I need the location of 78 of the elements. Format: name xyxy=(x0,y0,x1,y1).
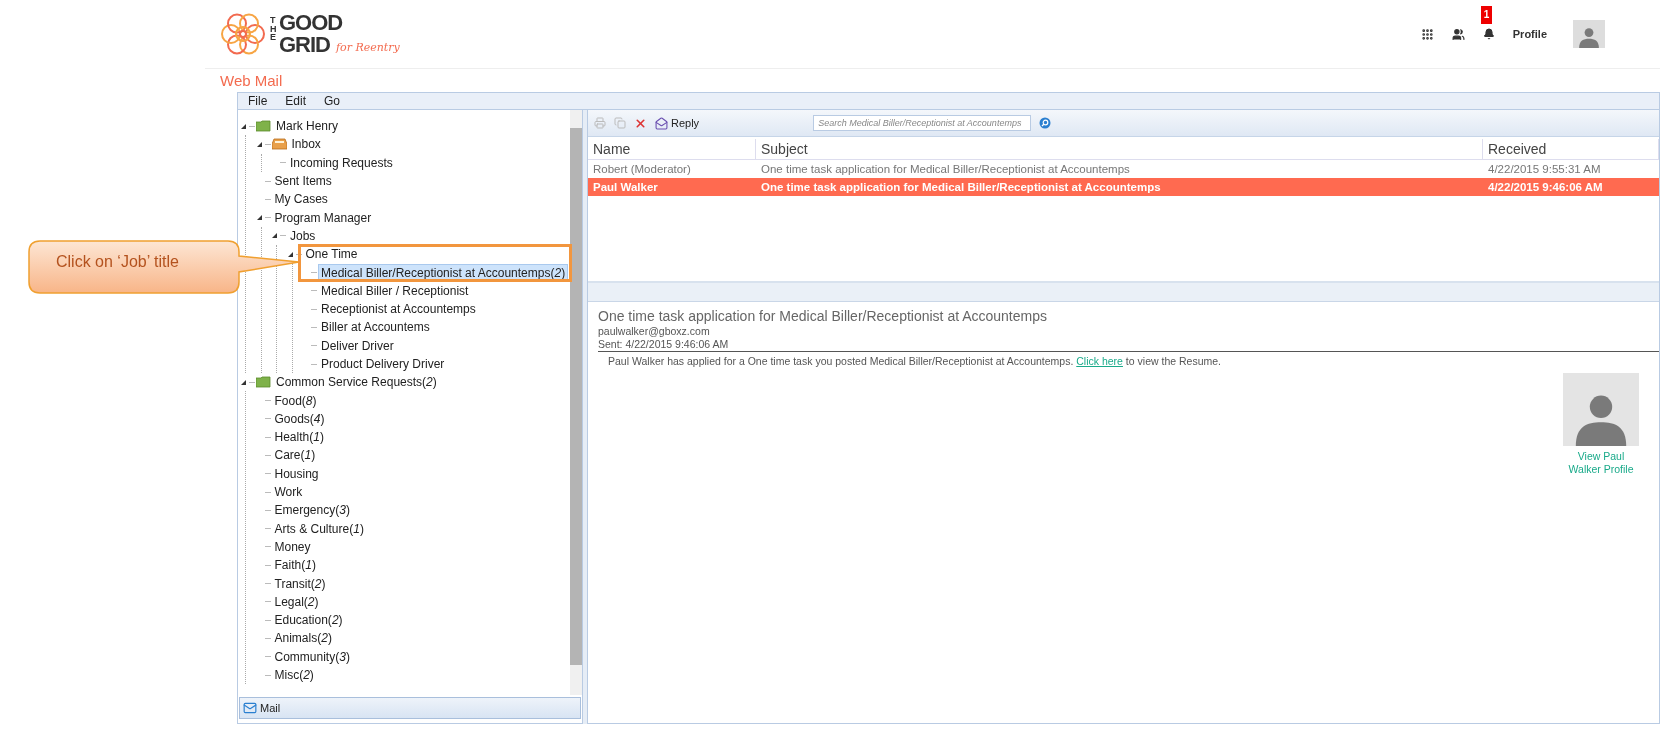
expander-icon[interactable] xyxy=(287,251,293,257)
expander-icon[interactable] xyxy=(241,379,246,385)
reply-button[interactable]: Reply xyxy=(655,116,700,130)
sent-date: Sent: 4/22/2015 9:46:06 AM xyxy=(598,338,730,350)
tree-item[interactable]: Community(3) xyxy=(271,647,353,666)
avatar[interactable] xyxy=(1573,20,1605,48)
message-text: Paul Walker has applied for a One time task you posted Medical Biller/Receptionist at Accountemps. Click here to view the Resume. xyxy=(608,355,1222,367)
table-cell-text: Robert (Moderator) xyxy=(592,163,692,175)
tree-item[interactable]: Incoming Requests xyxy=(287,153,396,172)
folder-icon xyxy=(256,120,271,133)
flower-logo-icon xyxy=(220,11,266,57)
profile-avatar[interactable] xyxy=(1563,373,1639,446)
tree-item[interactable]: One Time xyxy=(302,245,361,264)
tree-item[interactable]: Misc(2) xyxy=(271,666,317,685)
tree-item[interactable]: Receptionist at Accountemps xyxy=(318,300,479,319)
mail-icon xyxy=(243,701,257,715)
tree-item[interactable]: Sent Items xyxy=(271,172,335,191)
callout-text: Click on ‘Job’ title xyxy=(56,253,179,271)
tree-item[interactable]: Care(1) xyxy=(271,446,319,465)
column-header[interactable]: Subject xyxy=(756,139,1483,159)
table-cell-text: 4/22/2015 9:55:31 AM xyxy=(1487,163,1602,175)
tree-item[interactable]: Health(1) xyxy=(271,428,327,447)
tree-item[interactable]: Biller at Accountems xyxy=(318,318,433,337)
page-title: Web Mail xyxy=(219,71,284,91)
menu-item[interactable]: Edit xyxy=(285,94,307,108)
column-header[interactable]: Name xyxy=(588,139,756,159)
tree-item[interactable]: Emergency(3) xyxy=(271,501,353,520)
expander-icon[interactable] xyxy=(256,141,262,147)
tree-item[interactable]: Product Delivery Driver xyxy=(318,355,448,373)
users-icon[interactable] xyxy=(1451,27,1465,41)
inbox-icon xyxy=(271,138,287,151)
table-cell-text: 4/22/2015 9:46:06 AM xyxy=(1487,181,1604,193)
person-icon xyxy=(1578,26,1600,48)
tree-item[interactable]: Program Manager xyxy=(271,208,375,227)
tree-item[interactable]: Legal(2) xyxy=(271,592,322,611)
message-subject: One time task application for Medical Biller/Receptionist at Accountemps xyxy=(598,308,1048,324)
delete-icon[interactable] xyxy=(634,116,647,130)
reply-mail-icon xyxy=(655,116,668,130)
tree-item[interactable]: Inbox xyxy=(288,135,324,154)
tree-item[interactable]: Faith(1) xyxy=(271,556,319,575)
tree-item[interactable]: Transit(2) xyxy=(271,574,329,593)
scrollbar[interactable] xyxy=(570,110,582,695)
tree-item[interactable]: Goods(4) xyxy=(271,409,328,428)
expander-icon[interactable] xyxy=(241,123,246,129)
tree-item[interactable]: Jobs xyxy=(287,226,319,245)
search-icon[interactable] xyxy=(1039,117,1052,129)
sender-email: paulwalker@gboxz.com xyxy=(598,325,711,337)
menu-item[interactable]: Go xyxy=(324,94,341,108)
table-cell-text: One time task application for Medical Biller/Receptionist at Accountemps xyxy=(760,163,1131,175)
tree-item[interactable]: Mark Henry xyxy=(273,117,341,136)
logo-text: GRID xyxy=(279,34,330,56)
bell-icon[interactable] xyxy=(1482,28,1495,40)
table-cell-text: One time task application for Medical Biller/Receptionist at Accountemps xyxy=(760,181,1162,193)
folder-icon xyxy=(256,376,271,389)
tree-item[interactable]: Work xyxy=(271,483,306,502)
tree-item[interactable]: Common Service Requests(2) xyxy=(273,373,440,392)
logo-text: THE xyxy=(270,16,278,42)
expander-icon[interactable] xyxy=(256,215,262,221)
tree-item[interactable]: Housing xyxy=(271,464,322,483)
tree-item[interactable]: Medical Biller / Receptionist xyxy=(318,281,472,300)
logo-text: GOOD xyxy=(279,12,344,34)
tree-item[interactable]: My Cases xyxy=(271,190,331,209)
logo-tagline: for Reentry xyxy=(336,41,400,54)
tree-item[interactable]: Animals(2) xyxy=(271,629,335,648)
apps-grid-icon[interactable] xyxy=(1420,27,1434,41)
tree-item[interactable]: Arts & Culture(1) xyxy=(271,519,367,538)
search-field[interactable]: Search Medical Biller/Receptionist at Accountemps xyxy=(813,115,1032,131)
profile-link[interactable]: Profile xyxy=(1512,28,1547,40)
expander-icon[interactable] xyxy=(272,233,277,239)
tree-item[interactable]: Education(2) xyxy=(271,611,346,630)
table-cell-text: Paul Walker xyxy=(592,181,659,193)
tree-item[interactable]: Food(8) xyxy=(271,391,320,410)
mail-nav-button[interactable]: Mail xyxy=(239,697,581,719)
column-header[interactable]: Received xyxy=(1483,139,1659,159)
tree-item[interactable]: Deliver Driver xyxy=(318,336,397,355)
tree-item[interactable]: Money xyxy=(271,537,314,556)
notification-badge: 1 xyxy=(1480,6,1493,24)
menu-item[interactable]: File xyxy=(248,94,268,108)
